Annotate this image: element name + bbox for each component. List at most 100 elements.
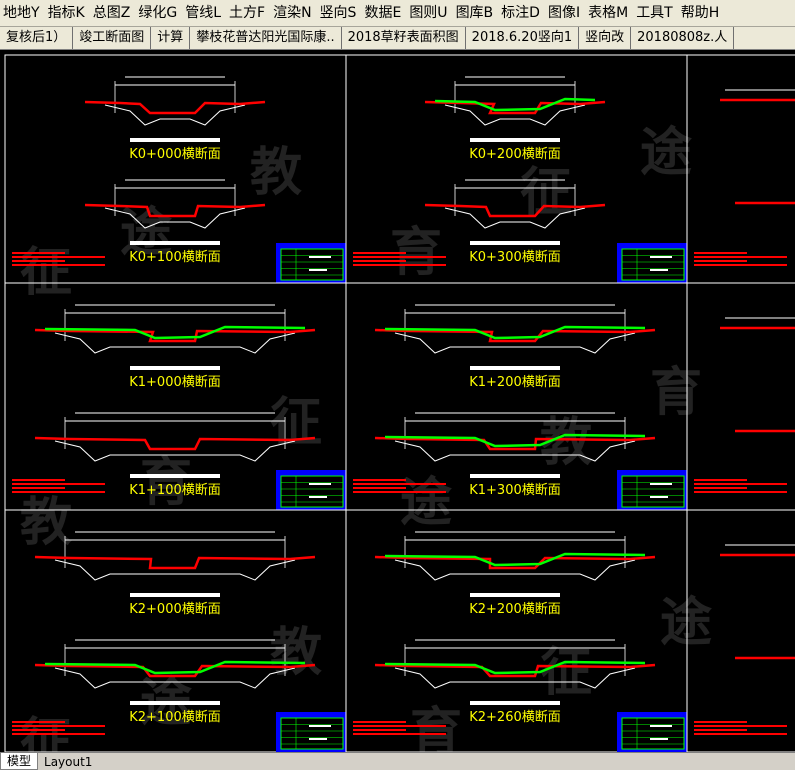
watermark-char: 途	[660, 593, 712, 653]
ground-profile	[394, 559, 636, 581]
menu-item-0[interactable]: 地地Y	[0, 0, 45, 26]
label-bar	[470, 138, 560, 142]
title-block-text	[309, 269, 327, 271]
doc-tab-7[interactable]: 20180808z.人	[631, 27, 735, 49]
menu-item-10[interactable]: 图库B	[453, 0, 499, 26]
section-label: K0+000横断面	[129, 147, 221, 162]
watermark-char: 征	[270, 393, 322, 453]
menu-item-4[interactable]: 管线L	[182, 0, 226, 26]
doc-tab-6[interactable]: 竖向改	[579, 27, 632, 49]
doc-tab-0[interactable]: 复核后1）	[0, 27, 74, 49]
title-block-text	[650, 496, 668, 498]
existing-ground-line	[424, 203, 606, 218]
label-bar	[470, 593, 560, 597]
doc-tab-3[interactable]: 攀枝花普达阳光国际康..	[190, 27, 342, 49]
layout-tab-0[interactable]: 模型	[0, 753, 39, 770]
ground-profile	[54, 559, 296, 581]
section-label: K0+100横断面	[129, 250, 221, 265]
watermark-char: 征	[20, 713, 72, 752]
existing-ground-line	[374, 663, 656, 678]
ground-profile	[394, 332, 636, 354]
menu-item-6[interactable]: 渲染N	[270, 0, 316, 26]
ground-profile	[394, 667, 636, 689]
title-block-text	[309, 256, 331, 258]
existing-ground-line	[374, 328, 656, 343]
drawing-canvas[interactable]: 征途教育征途教育征途教育征途教育征途 K0+000横断面 K0+100横断面 K0+2…	[0, 50, 795, 752]
sheet-frame	[686, 54, 795, 284]
menu-item-11[interactable]: 标注D	[498, 0, 545, 26]
menu-item-7[interactable]: 竖向S	[317, 0, 362, 26]
title-block-table	[280, 475, 344, 508]
title-block-text	[650, 725, 672, 727]
section-label: K2+200横断面	[469, 602, 561, 617]
title-block-table	[280, 248, 344, 281]
doc-tab-2[interactable]: 计算	[151, 27, 191, 49]
menu-item-1[interactable]: 指标K	[45, 0, 90, 26]
watermark-char: 育	[410, 703, 462, 752]
title-block-table	[280, 717, 344, 750]
label-bar	[470, 474, 560, 478]
menu-item-3[interactable]: 绿化G	[135, 0, 182, 26]
section-label: K2+000横断面	[129, 602, 221, 617]
title-block-table	[621, 717, 685, 750]
title-block-text	[650, 269, 668, 271]
title-block-text	[309, 738, 327, 740]
section-label: K1+000横断面	[129, 375, 221, 390]
ground-profile	[394, 440, 636, 462]
doc-tab-5[interactable]: 2018.6.20竖向1	[466, 27, 580, 49]
existing-ground-line	[34, 328, 316, 343]
existing-ground-line	[374, 436, 656, 451]
menu-item-8[interactable]: 数据E	[361, 0, 406, 26]
existing-ground-line	[424, 100, 606, 115]
watermark-char: 途	[400, 473, 452, 533]
menu-item-9[interactable]: 图则U	[406, 0, 452, 26]
doc-tab-1[interactable]: 竣工断面图	[73, 27, 152, 49]
menu-item-12[interactable]: 图像I	[545, 0, 585, 26]
layout-tab-bar: 模型 Layout1	[0, 752, 795, 770]
existing-ground-line	[84, 100, 266, 115]
label-bar	[130, 366, 220, 370]
title-block-text	[309, 483, 331, 485]
title-block-text	[650, 256, 672, 258]
document-tab-bar: 复核后1） 竣工断面图 计算 攀枝花普达阳光国际康.. 2018草籽表面积图 2018.6…	[0, 27, 795, 50]
label-bar	[130, 241, 220, 245]
menu-item-2[interactable]: 总图Z	[90, 0, 136, 26]
label-bar	[130, 593, 220, 597]
watermark-char: 育	[650, 363, 702, 423]
label-bar	[130, 138, 220, 142]
label-bar	[470, 241, 560, 245]
label-bar	[470, 701, 560, 705]
cad-sheet[interactable]: 征途教育征途教育征途教育征途教育征途K0+000横断面K0+100横断面K0+2…	[0, 50, 795, 752]
menu-item-5[interactable]: 土方F	[226, 0, 270, 26]
existing-ground-line	[84, 203, 266, 218]
watermark-char: 教	[250, 143, 302, 203]
existing-ground-line	[374, 555, 656, 570]
watermark-char: 征	[540, 643, 592, 703]
title-block-text	[309, 496, 327, 498]
label-bar	[130, 701, 220, 705]
existing-ground-line	[34, 555, 316, 570]
layout-tab-1[interactable]: Layout1	[38, 754, 98, 770]
ground-profile	[444, 104, 586, 126]
watermark-char: 征	[520, 163, 572, 223]
label-bar	[470, 366, 560, 370]
sheet-frame	[686, 282, 795, 511]
menu-item-14[interactable]: 工具T	[633, 0, 678, 26]
section-label: K2+260横断面	[469, 710, 561, 725]
section-label: K1+300横断面	[469, 483, 561, 498]
section-label: K0+200横断面	[469, 147, 561, 162]
menu-item-15[interactable]: 帮助H	[678, 0, 725, 26]
section-label: K0+300横断面	[469, 250, 561, 265]
title-block-text	[650, 483, 672, 485]
watermark-char: 教	[20, 493, 72, 553]
title-block-table	[621, 475, 685, 508]
title-block-table	[621, 248, 685, 281]
ground-profile	[54, 332, 296, 354]
watermark-char: 教	[270, 623, 322, 683]
menu-bar: 地地Y 指标K 总图Z 绿化G 管线L 土方F 渲染N 竖向S 数据E 图则U 图库B 标注D 图像I 表…	[0, 0, 795, 27]
label-bar	[130, 474, 220, 478]
title-block-text	[309, 725, 331, 727]
watermark-char: 途	[640, 123, 692, 183]
doc-tab-4[interactable]: 2018草籽表面积图	[342, 27, 466, 49]
menu-item-13[interactable]: 表格M	[585, 0, 633, 26]
